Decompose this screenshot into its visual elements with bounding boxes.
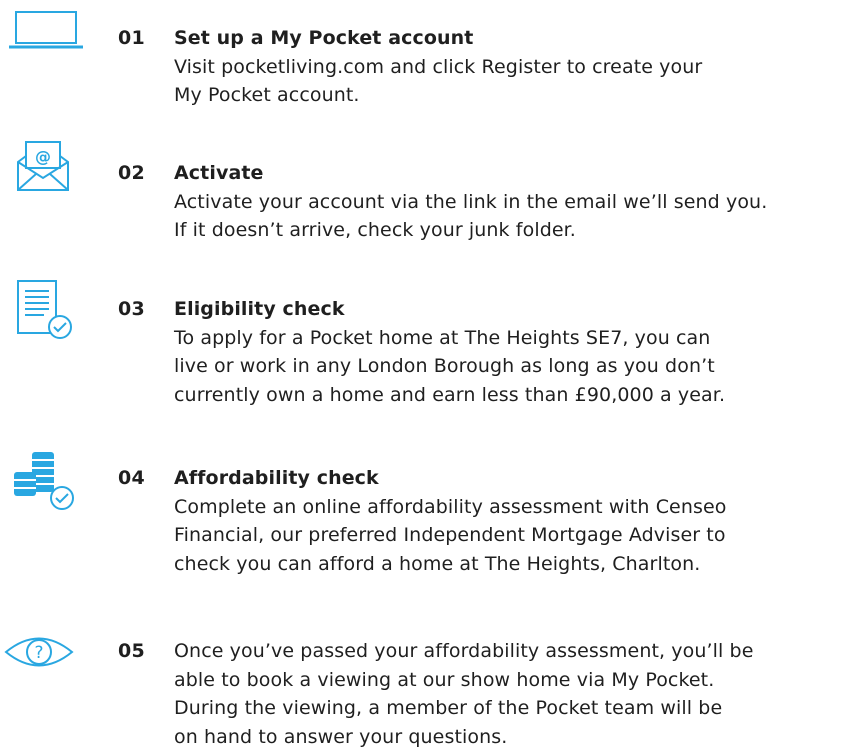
laptop-icon xyxy=(8,10,84,50)
step-title: Eligibility check xyxy=(174,298,345,320)
step-number: 04 xyxy=(118,467,146,489)
step-text-line: currently own a home and earn less than … xyxy=(174,383,726,406)
step-text-line: During the viewing, a member of the Pock… xyxy=(174,697,723,719)
step-text-line: Once you’ve passed your affordability as… xyxy=(174,640,754,662)
step-text-line: Activate your account via the link in th… xyxy=(174,190,768,213)
step-text-line: live or work in any London Borough as lo… xyxy=(174,355,715,377)
step-number: 03 xyxy=(118,298,146,320)
document-check-icon xyxy=(16,279,76,343)
step-text-line: My Pocket account. xyxy=(174,84,360,106)
step-text-line: able to book a viewing at our show home … xyxy=(174,668,715,691)
step-text-line: check you can afford a home at The Heigh… xyxy=(174,552,701,575)
email-envelope-icon: @ xyxy=(16,140,70,192)
step-text-line: To apply for a Pocket home at The Height… xyxy=(174,326,711,349)
step-number: 02 xyxy=(118,162,146,184)
step-text-line: Financial, our preferred Independent Mor… xyxy=(174,524,726,546)
step-text-line: Visit pocketliving.com and click Registe… xyxy=(174,55,703,78)
svg-text:@: @ xyxy=(35,147,51,166)
step-text-line: If it doesn’t arrive, check your junk fo… xyxy=(174,219,576,241)
step-number: 05 xyxy=(118,640,146,662)
step-title: Set up a My Pocket account xyxy=(174,27,474,49)
step-title: Activate xyxy=(174,162,264,184)
coins-check-icon xyxy=(12,448,76,512)
step-number: 01 xyxy=(118,27,146,49)
step-text-line: Complete an online affordability assessm… xyxy=(174,495,727,518)
eye-question-icon: ? xyxy=(4,633,74,671)
step-text-line: on hand to answer your questions. xyxy=(174,725,508,748)
step-title: Affordability check xyxy=(174,467,379,489)
svg-text:?: ? xyxy=(34,643,43,663)
